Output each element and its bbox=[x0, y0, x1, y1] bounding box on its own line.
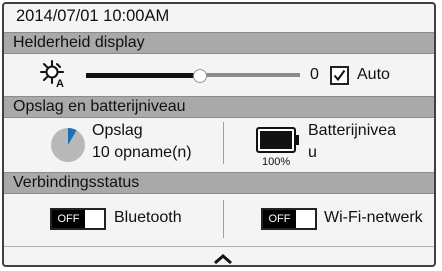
wifi-toggle[interactable]: OFF bbox=[261, 208, 317, 230]
brightness-slider-track[interactable] bbox=[200, 73, 300, 77]
wifi-toggle-state: OFF bbox=[263, 210, 296, 228]
bluetooth-toggle[interactable]: OFF bbox=[50, 208, 106, 230]
brightness-value: 0 bbox=[310, 66, 319, 83]
auto-label: Auto bbox=[357, 66, 390, 83]
storage-divider bbox=[223, 122, 224, 164]
svg-text:A: A bbox=[56, 78, 64, 88]
storage-label: Opslag bbox=[92, 122, 143, 139]
auto-checkbox[interactable] bbox=[330, 66, 349, 85]
chevron-up-icon[interactable] bbox=[212, 252, 234, 265]
bluetooth-toggle-state: OFF bbox=[52, 210, 85, 228]
storage-pie-icon bbox=[50, 127, 86, 163]
auto-brightness-icon: A bbox=[40, 60, 68, 90]
battery-label: Batterijnivea bbox=[308, 122, 397, 139]
battery-percent: 100% bbox=[262, 156, 291, 168]
brightness-slider-fill bbox=[86, 73, 200, 78]
section-brightness-header: Helderheid display bbox=[4, 32, 434, 54]
section-brightness-title: Helderheid display bbox=[13, 34, 145, 51]
section-storage-header: Opslag en batterijniveau bbox=[4, 96, 434, 118]
connection-divider bbox=[223, 200, 224, 238]
section-connection-title: Verbindingsstatus bbox=[13, 174, 140, 191]
checkmark-icon bbox=[333, 69, 346, 82]
date-time: 2014/07/01 10:00AM bbox=[16, 7, 170, 25]
storage-count: 10 opname(n) bbox=[92, 144, 192, 161]
battery-icon bbox=[256, 127, 300, 153]
wifi-label: Wi-Fi-netwerk bbox=[324, 209, 423, 226]
brightness-slider-thumb[interactable] bbox=[193, 69, 207, 83]
battery-label-continued: u bbox=[308, 144, 317, 161]
section-storage-title: Opslag en batterijniveau bbox=[13, 98, 186, 115]
section-connection-header: Verbindingsstatus bbox=[4, 172, 434, 194]
footer-divider bbox=[4, 246, 434, 247]
settings-screen: 2014/07/01 10:00AM Helderheid display A … bbox=[2, 2, 436, 267]
bluetooth-label: Bluetooth bbox=[114, 209, 182, 226]
